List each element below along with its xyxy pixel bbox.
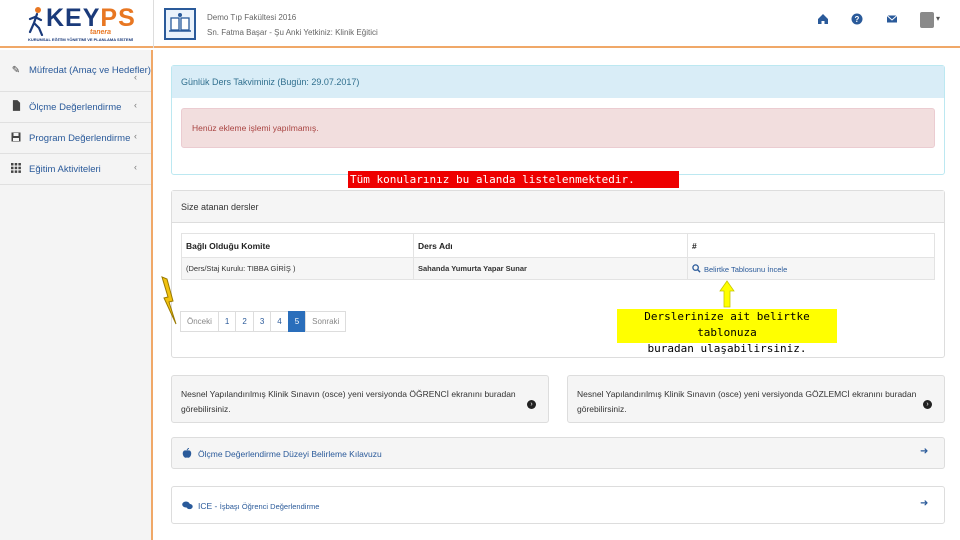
pagination-next[interactable]: Sonraki [305, 311, 347, 332]
keyps-logo[interactable]: KEYPS tanera KURUMSAL EĞİTİM YÖNETİMİ VE… [28, 4, 135, 44]
arrow-up-icon [719, 280, 735, 308]
grid-icon [10, 162, 22, 176]
lightning-bolt-icon [161, 276, 177, 325]
annotation-red-callout: Tüm konularınız bu alanda listelenmekted… [348, 171, 679, 188]
chevron-left-icon: ‹ [134, 131, 137, 141]
header-divider [153, 0, 154, 48]
column-header-course: Ders Adı [413, 233, 688, 258]
chevron-left-icon: ‹ [134, 72, 137, 82]
daily-calendar-panel: Günlük Ders Takviminiz (Bugün: 29.07.201… [171, 65, 945, 175]
action-cell: Belirtke Tablosunu İncele [687, 257, 935, 280]
faculty-name: Demo Tıp Fakültesi 2016 [207, 13, 297, 22]
user-role-line: Sn. Fatma Başar - Şu Anki Yetkiniz: Klin… [207, 28, 378, 37]
course-name-cell: Sahanda Yumurta Yapar Sunar [413, 257, 688, 280]
floppy-icon [10, 132, 22, 145]
user-avatar-icon[interactable] [920, 12, 934, 28]
pagination-page-1[interactable]: 1 [217, 311, 237, 332]
pagination-page-3[interactable]: 3 [252, 311, 272, 332]
chevron-down-icon[interactable]: ▾ [936, 14, 940, 23]
apple-icon [182, 448, 192, 458]
logo-tagline: KURUMSAL EĞİTİM YÖNETİMİ VE PLANLAMA SİS… [28, 37, 134, 42]
arrow-right-icon: ➜ [920, 498, 929, 509]
annotation-yellow-line1: Derslerinize ait belirtke tablonuza [644, 310, 810, 339]
sidebar-item-olcme[interactable]: Ölçme Değerlendirme ‹ [0, 92, 151, 123]
table-header-row: Bağlı Olduğu Komite Ders Adı # [181, 233, 935, 258]
sidebar-item-program[interactable]: Program Değerlendirme ‹ [0, 123, 151, 154]
home-icon[interactable] [816, 12, 830, 26]
pagination-prev[interactable]: Önceki [180, 311, 219, 332]
ice-label-rest: İşbaşı Öğrenci Değerlendirme [219, 502, 320, 511]
table-row: (Ders/Staj Kurulu: TIBBA GİRİŞ ) Sahanda… [181, 257, 935, 280]
ice-label-prefix: ICE - [198, 501, 220, 511]
sidebar-item-egitim[interactable]: Eğitim Aktiviteleri ‹ [0, 154, 151, 185]
file-icon [10, 100, 22, 114]
chevron-left-icon: ‹ [134, 162, 137, 172]
daily-calendar-header: Günlük Ders Takviminiz (Bugün: 29.07.201… [172, 66, 944, 98]
measurement-guide-card[interactable]: Ölçme Değerlendirme Düzeyi Belirleme Kıl… [171, 437, 945, 469]
arrow-circle-right-icon: › [527, 400, 536, 409]
sidebar-item-label: Müfredat (Amaç ve Hedefler) [29, 65, 151, 76]
annotation-yellow-callout: Derslerinize ait belirtke tablonuza bura… [617, 309, 837, 355]
assigned-courses-title: Size atanan dersler [181, 201, 259, 212]
question-icon[interactable]: ? [850, 12, 864, 26]
ice-card[interactable]: ICE - İşbaşı Öğrenci Değerlendirme ➜ [171, 486, 945, 524]
sidebar-item-label: Program Değerlendirme [29, 132, 131, 144]
measurement-guide-label: Ölçme Değerlendirme Düzeyi Belirleme Kıl… [198, 449, 382, 459]
courses-table: Bağlı Olduğu Komite Ders Adı # (Ders/Sta… [181, 233, 935, 280]
osce-observer-text: Nesnel Yapılandırılmış Klinik Sınavın (o… [577, 389, 917, 414]
view-spec-table-label: Belirtke Tablosunu İncele [704, 264, 788, 274]
pagination-page-4[interactable]: 4 [270, 311, 289, 332]
annotation-yellow-line2: buradan ulaşabilirsiniz. [647, 342, 807, 355]
view-spec-table-link[interactable]: Belirtke Tablosunu İncele [692, 263, 788, 274]
arrow-circle-right-icon: › [923, 400, 932, 409]
faculty-book-icon [164, 8, 196, 40]
runner-figure-icon [28, 7, 44, 36]
chevron-left-icon: ‹ [134, 100, 137, 110]
column-header-action: # [687, 233, 935, 258]
pagination-page-2[interactable]: 2 [235, 311, 254, 332]
sidebar-item-label: Eğitim Aktiviteleri [29, 163, 101, 175]
sidebar-item-mufredat[interactable]: ✎ Müfredat (Amaç ve Hedefler) ‹ [0, 50, 151, 92]
pencil-icon: ✎ [11, 65, 21, 76]
daily-calendar-title: Günlük Ders Takviminiz (Bugün: 29.07.201… [181, 77, 360, 87]
svg-text:?: ? [855, 15, 860, 24]
assigned-courses-header: Size atanan dersler [172, 191, 944, 223]
comments-icon [182, 501, 193, 510]
osce-student-card[interactable]: Nesnel Yapılandırılmış Klinik Sınavın (o… [171, 375, 549, 423]
sidebar-item-label: Ölçme Değerlendirme [29, 101, 122, 113]
column-header-committee: Bağlı Olduğu Komite [181, 233, 414, 258]
pagination-page-5[interactable]: 5 [287, 311, 307, 332]
envelope-icon[interactable] [885, 12, 899, 26]
osce-student-text: Nesnel Yapılandırılmış Klinik Sınavın (o… [181, 389, 516, 414]
osce-observer-card[interactable]: Nesnel Yapılandırılmış Klinik Sınavın (o… [567, 375, 945, 423]
arrow-right-icon: ➜ [920, 446, 929, 457]
logo-subtitle: tanera [90, 29, 112, 36]
top-bar: KEYPS tanera KURUMSAL EĞİTİM YÖNETİMİ VE… [0, 0, 960, 48]
ice-label: ICE - İşbaşı Öğrenci Değerlendirme [198, 501, 319, 511]
sidebar: ✎ Müfredat (Amaç ve Hedefler) ‹ Ölçme De… [0, 50, 153, 540]
no-entries-alert: Henüz ekleme işlemi yapılmamış. [181, 108, 935, 148]
search-icon [692, 263, 701, 273]
committee-cell: (Ders/Staj Kurulu: TIBBA GİRİŞ ) [181, 257, 414, 280]
pagination: Önceki 1 2 3 4 5 Sonraki [180, 311, 347, 332]
